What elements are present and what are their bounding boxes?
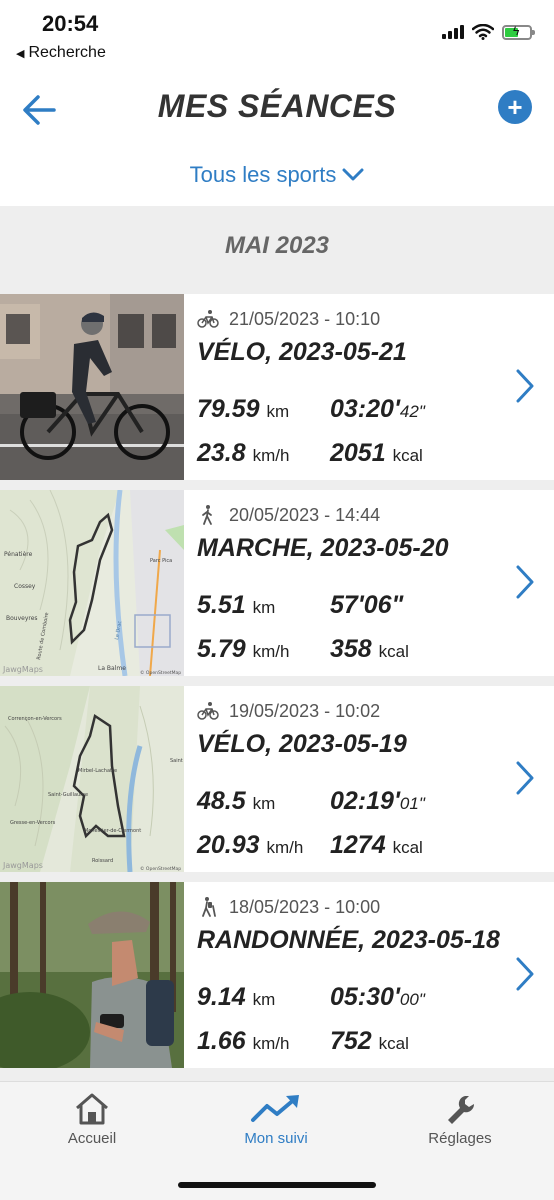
tab-mon-suivi[interactable]: Mon suivi [196, 1092, 356, 1147]
session-title: MARCHE, 2023-05-20 [197, 534, 449, 562]
page-title: MES SÉANCES [157, 88, 397, 124]
session-date-row: 21/05/2023 - 10:10 [197, 308, 380, 330]
session-list: 21/05/2023 - 10:10 VÉLO, 2023-05-21 79.5… [0, 294, 554, 1078]
svg-text:Bouveyres: Bouveyres [6, 615, 38, 622]
back-triangle-icon: ◀ [16, 47, 25, 60]
walk-icon [202, 505, 212, 525]
session-duration: 05:30'00" [330, 983, 425, 1011]
session-distance: 5.51 km [197, 591, 276, 619]
session-info: 19/05/2023 - 10:02 VÉLO, 2023-05-19 48.5… [184, 686, 554, 872]
session-info: 20/05/2023 - 14:44 MARCHE, 2023-05-20 5.… [184, 490, 554, 676]
session-speed: 23.8 km/h [197, 439, 290, 467]
bike-icon [197, 702, 219, 720]
chevron-right-icon[interactable] [514, 760, 536, 796]
home-icon [76, 1093, 108, 1125]
svg-text:Cossey: Cossey [14, 583, 36, 590]
status-time: 20:54 [42, 11, 99, 36]
svg-text:© OpenStreetMap: © OpenStreetMap [140, 669, 181, 676]
session-map-walk: Pénatière Cossey Bouveyres La Balme Parc… [0, 490, 184, 676]
tab-mon-suivi-label: Mon suivi [244, 1130, 308, 1147]
session-calories: 752 kcal [330, 1027, 409, 1055]
wifi-icon [472, 24, 494, 40]
session-photo-cyclist [0, 294, 184, 480]
session-distance: 9.14 km [197, 983, 276, 1011]
back-to-search-label: Recherche [28, 44, 106, 61]
bike-icon [197, 310, 219, 328]
session-date-row: 18/05/2023 - 10:00 [197, 896, 380, 918]
svg-text:Parc Pica: Parc Pica [150, 558, 172, 564]
svg-text:Saint-Guillaume: Saint-Guillaume [48, 792, 88, 798]
add-session-button[interactable]: + [498, 90, 532, 124]
session-map-bike: Corrençon-en-Vercors Mirbel-Lachatre Sai… [0, 686, 184, 872]
svg-text:JawgMaps: JawgMaps [2, 665, 43, 674]
svg-text:Pénatière: Pénatière [4, 551, 33, 558]
svg-text:Roissard: Roissard [92, 858, 113, 864]
session-speed: 1.66 km/h [197, 1027, 290, 1055]
session-title: RANDONNÉE, 2023-05-18 [197, 926, 500, 954]
session-speed: 5.79 km/h [197, 635, 290, 663]
sport-filter-label: Tous les sports [189, 162, 337, 187]
tab-reglages[interactable]: Réglages [380, 1092, 540, 1147]
session-date-row: 19/05/2023 - 10:02 [197, 700, 380, 722]
chevron-right-icon[interactable] [514, 564, 536, 600]
sport-filter-dropdown[interactable]: Tous les sports [0, 162, 554, 188]
tab-reglages-label: Réglages [428, 1130, 492, 1147]
svg-text:Gresse-en-Vercors: Gresse-en-Vercors [10, 820, 56, 826]
session-calories: 358 kcal [330, 635, 409, 663]
svg-text:Saint: Saint [170, 758, 183, 764]
session-title: VÉLO, 2023-05-19 [197, 730, 407, 758]
session-duration: 03:20'42" [330, 395, 425, 423]
svg-text:JawgMaps: JawgMaps [2, 861, 43, 870]
trend-icon [251, 1095, 299, 1122]
svg-text:© OpenStreetMap: © OpenStreetMap [140, 865, 181, 872]
session-card[interactable]: 21/05/2023 - 10:10 VÉLO, 2023-05-21 79.5… [0, 294, 554, 480]
session-info: 18/05/2023 - 10:00 RANDONNÉE, 2023-05-18… [184, 882, 554, 1068]
wrench-icon [448, 1096, 475, 1124]
svg-text:La Balme: La Balme [98, 665, 126, 672]
chevron-right-icon[interactable] [514, 956, 536, 992]
session-calories: 2051 kcal [330, 439, 423, 467]
tab-accueil[interactable]: Accueil [12, 1092, 172, 1147]
session-date: 20/05/2023 - 14:44 [229, 504, 381, 525]
svg-text:Mirbel-Lachatre: Mirbel-Lachatre [78, 768, 117, 774]
month-header: MAI 2023 [224, 232, 330, 259]
session-date: 19/05/2023 - 10:02 [229, 700, 381, 721]
svg-text:Corrençon-en-Vercors: Corrençon-en-Vercors [8, 716, 62, 722]
back-to-search-link[interactable]: ◀ Recherche [16, 44, 106, 62]
session-date-row: 20/05/2023 - 14:44 [197, 504, 380, 526]
status-bar: 20:54 ◀ Recherche ϟ [0, 0, 554, 70]
session-distance: 79.59 km [197, 395, 290, 423]
chevron-down-icon [342, 168, 364, 181]
session-card[interactable]: 18/05/2023 - 10:00 RANDONNÉE, 2023-05-18… [0, 882, 554, 1068]
session-title: VÉLO, 2023-05-21 [197, 338, 407, 366]
session-date: 21/05/2023 - 10:10 [229, 308, 381, 329]
battery-icon: ϟ [502, 24, 535, 40]
chevron-right-icon[interactable] [514, 368, 536, 404]
session-speed: 20.93 km/h [197, 831, 304, 859]
session-card[interactable]: Corrençon-en-Vercors Mirbel-Lachatre Sai… [0, 686, 554, 872]
session-distance: 48.5 km [197, 787, 276, 815]
home-indicator [178, 1182, 376, 1188]
svg-text:Monestier-de-Clermont: Monestier-de-Clermont [84, 828, 141, 834]
session-info: 21/05/2023 - 10:10 VÉLO, 2023-05-21 79.5… [184, 294, 554, 480]
session-duration: 02:19'01" [330, 787, 425, 815]
session-card[interactable]: Pénatière Cossey Bouveyres La Balme Parc… [0, 490, 554, 676]
tab-accueil-label: Accueil [67, 1130, 117, 1147]
session-duration: 57'06" [330, 591, 404, 619]
session-date: 18/05/2023 - 10:00 [229, 896, 381, 917]
session-calories: 1274 kcal [330, 831, 423, 859]
session-photo-hiker [0, 882, 184, 1068]
header: MES SÉANCES + Tous les sports [0, 70, 554, 206]
status-icons: ϟ [442, 24, 535, 40]
signal-icon [442, 25, 464, 39]
hike-icon [202, 897, 216, 917]
